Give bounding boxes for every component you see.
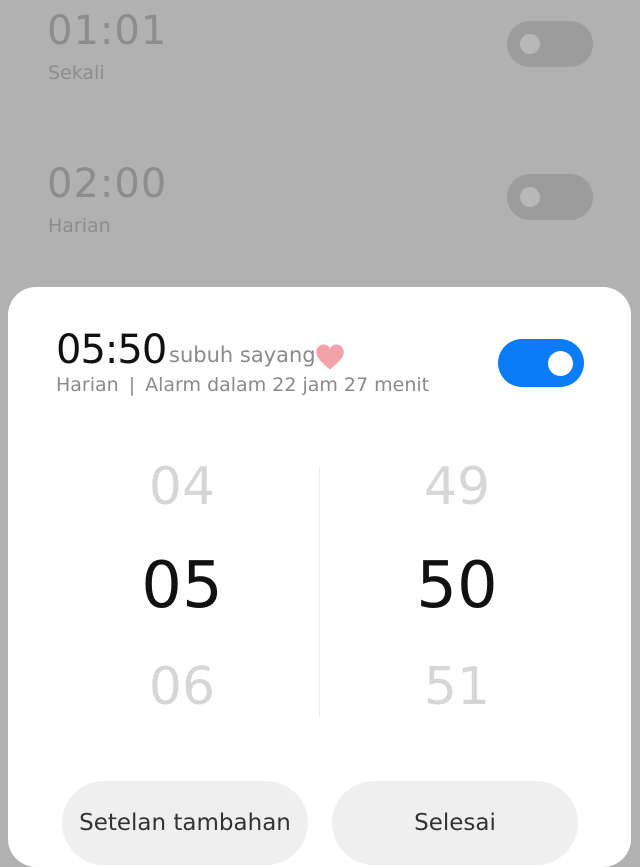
minute-selected[interactable]: 50	[357, 549, 557, 623]
alarm-time: 02:00	[47, 161, 168, 207]
minute-next[interactable]: 51	[357, 657, 557, 717]
hour-selected[interactable]: 05	[82, 549, 282, 623]
alarm-repeat: Sekali	[48, 62, 105, 84]
alarm-subtitle: Harian | Alarm dalam 22 jam 27 menit	[56, 374, 429, 396]
alarm-repeat: Harian	[56, 374, 119, 396]
alarm-enable-toggle[interactable]	[498, 339, 584, 387]
alarm-countdown: Alarm dalam 22 jam 27 menit	[145, 374, 430, 396]
more-settings-button[interactable]: Setelan tambahan	[62, 781, 308, 865]
alarm-edit-sheet: 05:50 subuh sayang Harian | Alarm dalam 22…	[8, 287, 631, 867]
alarm-time-heading: 05:50	[56, 327, 167, 373]
hour-next[interactable]: 06	[82, 657, 282, 717]
picker-divider	[319, 467, 320, 717]
hour-picker[interactable]: 04 05 06	[82, 457, 282, 717]
alarm-toggle[interactable]	[507, 174, 593, 220]
minute-picker[interactable]: 49 50 51	[357, 457, 557, 717]
alarm-repeat: Harian	[48, 215, 111, 237]
alarm-toggle[interactable]	[507, 21, 593, 67]
separator: |	[128, 374, 136, 396]
done-button[interactable]: Selesai	[332, 781, 578, 865]
toggle-knob	[520, 187, 540, 207]
toggle-knob	[548, 351, 573, 376]
alarm-time: 01:01	[47, 8, 168, 54]
alarm-label[interactable]: subuh sayang	[169, 343, 316, 367]
heart-icon	[316, 344, 344, 370]
hour-prev[interactable]: 04	[82, 457, 282, 517]
minute-prev[interactable]: 49	[357, 457, 557, 517]
toggle-knob	[520, 34, 540, 54]
